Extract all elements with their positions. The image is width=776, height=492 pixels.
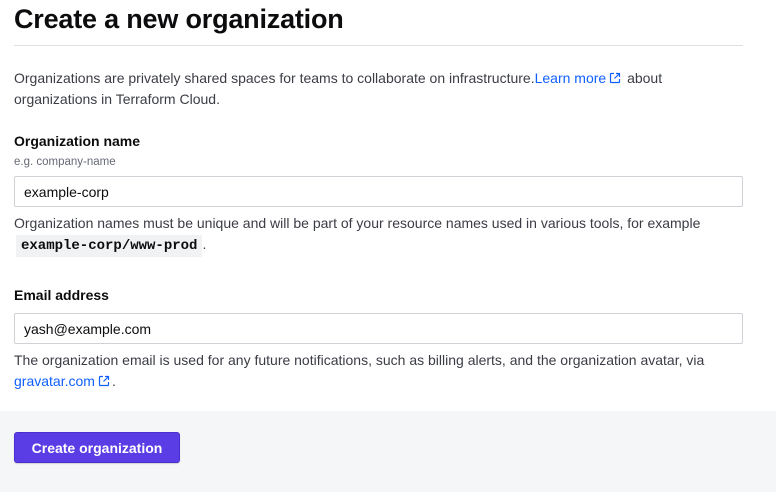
org-name-input[interactable] xyxy=(14,176,743,207)
gravatar-link[interactable]: gravatar.com xyxy=(14,373,112,389)
learn-more-link-label: Learn more xyxy=(534,70,607,86)
page-header: Create a new organization xyxy=(14,0,743,46)
external-link-icon xyxy=(98,375,110,387)
email-help: The organization email is used for any f… xyxy=(14,350,754,392)
create-organization-button[interactable]: Create organization xyxy=(14,432,180,463)
learn-more-link[interactable]: Learn more xyxy=(535,70,624,86)
org-name-help-suffix: . xyxy=(202,236,207,252)
org-name-label: Organization name xyxy=(14,133,141,149)
email-help-text: The organization email is used for any f… xyxy=(14,352,705,368)
example-resource-code: example-corp/www-prod xyxy=(16,235,203,257)
page-title: Create a new organization xyxy=(14,4,344,34)
org-name-hint: e.g. company-name xyxy=(14,156,116,168)
external-link-icon xyxy=(610,72,621,84)
gravatar-link-label: gravatar.com xyxy=(14,373,95,389)
create-organization-page: Create a new organization Organizations … xyxy=(0,0,776,492)
intro-paragraph: Organizations are privately shared space… xyxy=(14,68,734,110)
email-help-suffix: . xyxy=(111,373,116,389)
org-name-help-text: Organization names must be unique and wi… xyxy=(14,215,701,231)
email-label: Email address xyxy=(14,287,109,303)
intro-text: Organizations are privately shared space… xyxy=(14,70,535,86)
org-name-help: Organization names must be unique and wi… xyxy=(14,213,754,257)
email-input[interactable] xyxy=(14,313,743,344)
